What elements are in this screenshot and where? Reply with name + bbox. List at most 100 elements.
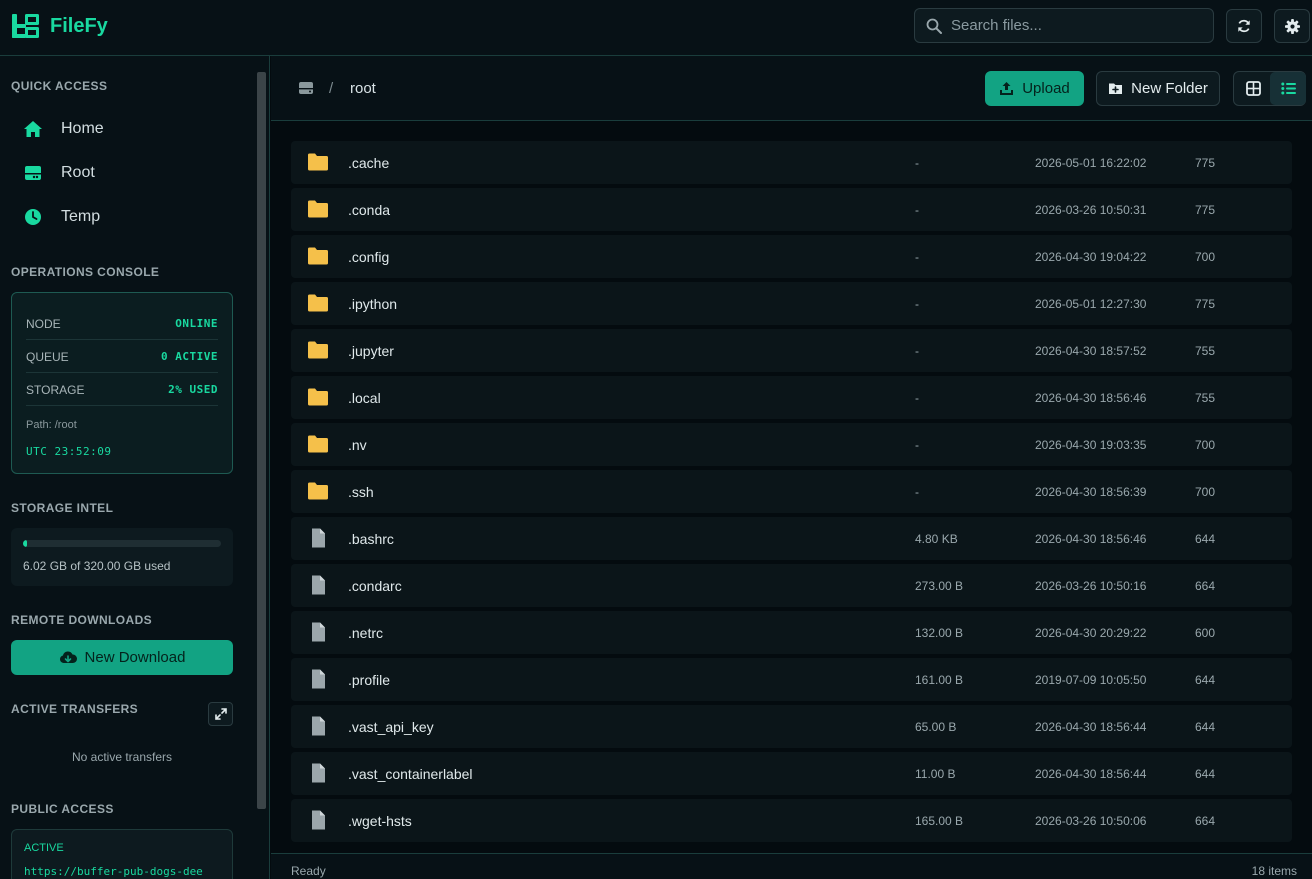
file-modified: 2026-05-01 12:27:30 — [1035, 297, 1147, 311]
file-name: .conda — [348, 202, 391, 218]
file-size: - — [915, 438, 919, 452]
expand-icon — [214, 708, 227, 720]
file-permissions: 755 — [1195, 391, 1216, 405]
sidebar-item-temp[interactable]: Temp — [11, 197, 233, 237]
grid-view-button[interactable] — [1235, 72, 1271, 105]
new-download-button[interactable]: New Download — [11, 640, 233, 675]
file-size: 165.00 B — [915, 814, 964, 828]
file-modified: 2026-04-30 18:56:46 — [1035, 391, 1147, 405]
file-size: - — [915, 297, 919, 311]
file-icon — [307, 763, 329, 783]
upload-button[interactable]: Upload — [985, 71, 1084, 106]
new-download-label: New Download — [84, 649, 186, 666]
breadcrumb-root[interactable]: root — [350, 80, 376, 97]
file-row[interactable]: .netrc 132.00 B 2026-04-30 20:29:22 600 — [291, 611, 1292, 654]
file-row[interactable]: .local - 2026-04-30 18:56:46 755 — [291, 376, 1292, 419]
file-icon — [307, 810, 329, 830]
quick-access-title: QUICK ACCESS — [11, 79, 108, 93]
new-folder-button[interactable]: New Folder — [1096, 71, 1220, 106]
file-modified: 2026-04-30 18:56:46 — [1035, 532, 1147, 546]
sidebar-scrollbar[interactable] — [257, 72, 266, 809]
file-row[interactable]: .ssh - 2026-04-30 18:56:39 700 — [291, 470, 1292, 513]
file-modified: 2026-04-30 20:29:22 — [1035, 626, 1147, 640]
file-row[interactable]: .vast_api_key 65.00 B 2026-04-30 18:56:44 6… — [291, 705, 1292, 748]
sidebar-item-home[interactable]: Home — [11, 109, 233, 149]
file-name: .condarc — [348, 578, 402, 594]
file-name: .local — [348, 390, 381, 406]
file-modified: 2026-05-01 16:22:02 — [1035, 156, 1147, 170]
ops-console-title: OPERATIONS CONSOLE — [11, 265, 160, 279]
ops-key: NODE — [26, 317, 61, 331]
file-row[interactable]: .jupyter - 2026-04-30 18:57:52 755 — [291, 329, 1292, 372]
refresh-button[interactable] — [1226, 9, 1262, 43]
file-name: .wget-hsts — [348, 813, 412, 829]
file-row[interactable]: .vast_containerlabel 11.00 B 2026-04-30 18… — [291, 752, 1292, 795]
file-permissions: 755 — [1195, 344, 1216, 358]
file-permissions: 664 — [1195, 579, 1216, 593]
expand-transfers-button[interactable] — [208, 702, 233, 726]
public-url-link[interactable]: https://buffer-pub-dogs-dee — [24, 865, 203, 878]
file-name: .nv — [348, 437, 367, 453]
status-bar: Ready 18 items — [271, 853, 1312, 879]
file-modified: 2019-07-09 10:05:50 — [1035, 673, 1147, 687]
file-permissions: 775 — [1195, 297, 1216, 311]
file-size: - — [915, 250, 919, 264]
sidebar-item-label: Home — [61, 120, 104, 137]
file-size: 273.00 B — [915, 579, 964, 593]
file-row[interactable]: .profile 161.00 B 2019-07-09 10:05:50 644 — [291, 658, 1292, 701]
file-size: 132.00 B — [915, 626, 964, 640]
ops-row-queue: QUEUE 0 ACTIVE — [26, 340, 218, 373]
file-name: .profile — [348, 672, 391, 688]
file-name: .vast_containerlabel — [348, 766, 473, 782]
file-modified: 2026-04-30 19:04:22 — [1035, 250, 1147, 264]
file-size: - — [915, 203, 919, 217]
sidebar-item-root[interactable]: Root — [11, 153, 233, 193]
file-name: .ipython — [348, 296, 398, 312]
breadcrumb-separator: / — [329, 80, 334, 97]
file-modified: 2026-03-26 10:50:31 — [1035, 203, 1147, 217]
file-row[interactable]: .ipython - 2026-05-01 12:27:30 775 — [291, 282, 1292, 325]
file-size: 11.00 B — [915, 767, 956, 781]
file-permissions: 644 — [1195, 720, 1216, 734]
settings-button[interactable] — [1274, 9, 1310, 43]
clock-icon — [23, 207, 43, 227]
status-text: Ready — [291, 864, 326, 878]
search-box[interactable] — [914, 8, 1214, 43]
file-permissions: 700 — [1195, 438, 1216, 452]
ops-path: Path: /root — [26, 419, 77, 431]
file-modified: 2026-04-30 18:57:52 — [1035, 344, 1147, 358]
file-name: .ssh — [348, 484, 374, 500]
list-view-button[interactable] — [1270, 72, 1306, 105]
file-icon — [307, 669, 329, 689]
drive-icon[interactable] — [298, 80, 314, 96]
file-row[interactable]: .cache - 2026-05-01 16:22:02 775 — [291, 141, 1292, 184]
file-row[interactable]: .config - 2026-04-30 19:04:22 700 — [291, 235, 1292, 278]
file-row[interactable]: .conda - 2026-03-26 10:50:31 775 — [291, 188, 1292, 231]
storage-card: 6.02 GB of 320.00 GB used — [11, 528, 233, 586]
main-panel: / root Upload New Folder .cache - 2026-0… — [271, 56, 1312, 879]
file-size: - — [915, 156, 919, 170]
file-permissions: 700 — [1195, 485, 1216, 499]
folder-icon — [307, 434, 329, 454]
folder-plus-icon — [1109, 83, 1123, 94]
file-row[interactable]: .condarc 273.00 B 2026-03-26 10:50:16 664 — [291, 564, 1292, 607]
file-row[interactable]: .nv - 2026-04-30 19:03:35 700 — [291, 423, 1292, 466]
file-modified: 2026-03-26 10:50:06 — [1035, 814, 1147, 828]
storage-bar-fill — [23, 540, 27, 547]
file-row[interactable]: .wget-hsts 165.00 B 2026-03-26 10:50:06 664 — [291, 799, 1292, 842]
folder-icon — [307, 387, 329, 407]
sidebar-item-label: Root — [61, 164, 95, 181]
refresh-icon — [1238, 19, 1250, 33]
public-status: ACTIVE — [24, 842, 64, 854]
file-permissions: 775 — [1195, 203, 1216, 217]
ops-value: 2% USED — [168, 383, 218, 396]
app-name: FileFy — [50, 15, 108, 37]
search-input[interactable] — [951, 9, 1206, 42]
toolbar: / root Upload New Folder — [271, 56, 1312, 121]
folder-icon — [307, 152, 329, 172]
file-permissions: 644 — [1195, 532, 1216, 546]
gear-icon — [1284, 18, 1300, 34]
file-row[interactable]: .bashrc 4.80 KB 2026-04-30 18:56:46 644 — [291, 517, 1292, 560]
ops-row-storage: STORAGE 2% USED — [26, 373, 218, 406]
view-toggle — [1233, 71, 1306, 106]
